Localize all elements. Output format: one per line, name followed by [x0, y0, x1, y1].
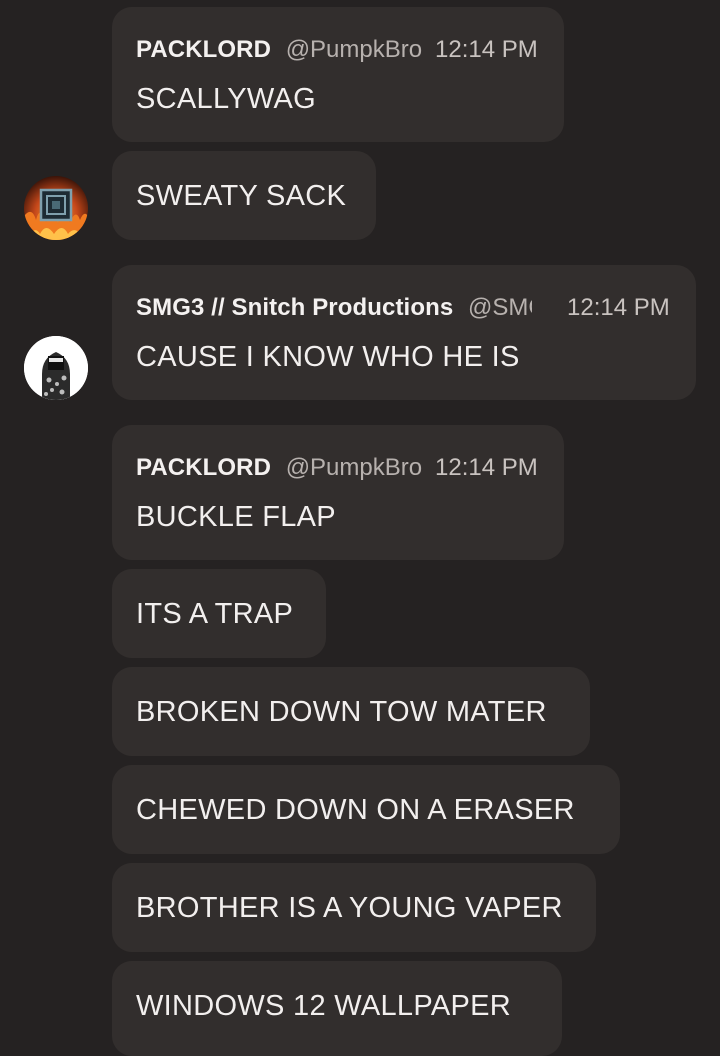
author-handle[interactable]: @PumpkBro — [286, 453, 422, 483]
timestamp: 12:14 PM — [435, 454, 538, 481]
fire-frame-avatar-icon — [24, 176, 88, 240]
message-text: CHEWED DOWN ON A ERASER — [136, 794, 575, 826]
message-text: BROKEN DOWN TOW MATER — [136, 696, 547, 728]
message-bubble[interactable]: BROKEN DOWN TOW MATER — [112, 667, 590, 756]
packlord-avatar[interactable] — [24, 176, 88, 240]
message-text: CAUSE I KNOW WHO HE IS — [136, 341, 520, 373]
message-text: SWEATY SACK — [136, 180, 347, 212]
message-header: PACKLORD @PumpkBro — [136, 35, 422, 65]
author-name[interactable]: SMG3 // Snitch Productions — [136, 294, 453, 321]
message-bubble[interactable]: SWEATY SACK — [112, 151, 376, 240]
message-bubble[interactable]: BROTHER IS A YOUNG VAPER — [112, 863, 596, 952]
message-bubble[interactable]: ITS A TRAP — [112, 569, 326, 658]
message-bubble[interactable]: SMG3 // Snitch Productions @SMG 12:14 PM… — [112, 265, 696, 400]
timestamp: 12:14 PM — [435, 36, 538, 63]
message-text: BROTHER IS A YOUNG VAPER — [136, 892, 563, 924]
hooded-figure-avatar-icon — [24, 336, 88, 400]
author-handle[interactable]: @SMG — [468, 293, 532, 323]
smg3-avatar[interactable] — [24, 336, 88, 400]
message-text: BUCKLE FLAP — [136, 501, 336, 533]
message-bubble[interactable]: PACKLORD @PumpkBro 12:14 PM SCALLYWAG — [112, 7, 564, 142]
author-handle[interactable]: @PumpkBro — [286, 35, 422, 65]
message-text: WINDOWS 12 WALLPAPER — [136, 990, 512, 1022]
message-bubble[interactable]: WINDOWS 12 WALLPAPER — [112, 961, 562, 1056]
message-text: ITS A TRAP — [136, 598, 294, 630]
author-name[interactable]: PACKLORD — [136, 454, 271, 481]
message-header: PACKLORD @PumpkBro — [136, 453, 422, 483]
message-bubble[interactable]: CHEWED DOWN ON A ERASER — [112, 765, 620, 854]
message-bubble[interactable]: PACKLORD @PumpkBro 12:14 PM BUCKLE FLAP — [112, 425, 564, 560]
timestamp: 12:14 PM — [567, 294, 670, 321]
message-header: SMG3 // Snitch Productions @SMG — [136, 293, 532, 323]
author-name[interactable]: PACKLORD — [136, 36, 271, 63]
message-text: SCALLYWAG — [136, 83, 316, 115]
